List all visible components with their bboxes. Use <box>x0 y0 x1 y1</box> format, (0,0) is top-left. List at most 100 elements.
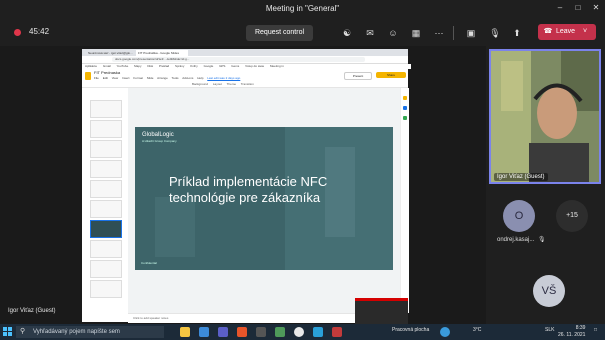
menu-item[interactable]: Tools <box>172 76 179 80</box>
slides-menu: File Edit View Insert Format Slide Arran… <box>94 76 243 80</box>
leave-button[interactable]: ☎ Leave ˅ <box>538 24 596 40</box>
slide-thumbnail[interactable] <box>90 160 122 178</box>
phone-icon: ☎ <box>543 28 553 35</box>
small-video-tile[interactable] <box>355 298 408 324</box>
taskbar-app-icon[interactable] <box>256 327 266 337</box>
menu-item[interactable]: Insert <box>122 76 130 80</box>
bookmark[interactable]: Google <box>204 64 214 68</box>
slide-thumbnail[interactable] <box>90 260 122 278</box>
system-clock[interactable]: 8:39 26. 11. 2021 <box>558 325 585 339</box>
more-participants-button[interactable]: +15 <box>556 200 588 232</box>
bookmark[interactable]: Mapy <box>134 64 141 68</box>
tool-layout[interactable]: Layout <box>213 82 222 86</box>
bookmark[interactable]: Disk <box>147 64 153 68</box>
bookmark[interactable]: YouTube <box>116 64 128 68</box>
self-name-label: Igor Viťaz (Guest) <box>494 173 548 181</box>
tasks-icon[interactable] <box>403 106 407 110</box>
chrome-icon[interactable] <box>294 327 304 337</box>
notifications-icon[interactable]: □ <box>594 327 597 333</box>
slide-thumbnail[interactable] <box>90 280 122 298</box>
taskbar-app-icon[interactable] <box>199 327 209 337</box>
taskbar-app-icon[interactable] <box>237 327 247 337</box>
menu-item[interactable]: View <box>112 76 118 80</box>
tool-background[interactable]: Background <box>192 82 208 86</box>
slide-thumbnail-selected[interactable] <box>90 220 122 238</box>
slide-thumbnail[interactable] <box>90 120 122 138</box>
slide-thumbnail[interactable] <box>90 100 122 118</box>
bookmark[interactable]: Gmail <box>103 64 111 68</box>
file-explorer-icon[interactable] <box>180 327 190 337</box>
people-icon[interactable]: ☯ <box>340 26 354 40</box>
taskbar-app-icon[interactable] <box>313 327 323 337</box>
webcam-feed <box>491 51 599 182</box>
chat-icon[interactable]: ✉ <box>363 26 377 40</box>
recording-icon <box>14 29 21 36</box>
slide-thumbnail[interactable] <box>90 240 122 258</box>
tool-transition[interactable]: Transition <box>241 82 254 86</box>
slide-headline: Príklad implementácie NFC technológie pr… <box>169 174 328 205</box>
toolbar-divider <box>453 26 454 40</box>
minimize-icon[interactable]: – <box>553 2 567 14</box>
tool-theme[interactable]: Theme <box>227 82 236 86</box>
temperature[interactable]: 3°C <box>473 327 481 333</box>
rooms-icon[interactable]: ▦ <box>409 26 423 40</box>
browser-tab-strip: Neurónová sieť - igor.vitaz@glo... FIT P… <box>82 49 408 56</box>
bookmark[interactable]: Meeting in <box>270 64 284 68</box>
menu-item[interactable]: File <box>94 76 99 80</box>
bookmark[interactable]: GPS <box>219 64 225 68</box>
weather-icon[interactable] <box>440 327 450 337</box>
window-title: Meeting in "General" <box>265 4 340 13</box>
mic-off-icon[interactable]: 🎙 <box>488 26 502 40</box>
menu-item[interactable]: Format <box>133 76 143 80</box>
bookmark[interactable]: Knihy <box>190 64 198 68</box>
participant-name: ondrej.kasaj... <box>497 237 535 243</box>
slides-toolbar: Background Layout Theme Transition <box>82 81 408 88</box>
present-button[interactable]: Present <box>344 72 372 80</box>
presenter-name-label: Igor Viťaz (Guest) <box>8 308 56 314</box>
menu-item[interactable]: Add-ons <box>182 76 193 80</box>
bookmark[interactable]: Preklad <box>159 64 169 68</box>
chevron-down-icon[interactable]: ˅ <box>583 28 587 35</box>
taskbar-app-icon[interactable] <box>332 327 342 337</box>
menu-item[interactable]: Arrange <box>157 76 168 80</box>
current-slide: GlobalLogic A Hitachi Group Company Prík… <box>135 127 393 270</box>
taskbar-app-icon[interactable] <box>275 327 285 337</box>
desktop-toolbar-label[interactable]: Pracovná plocha <box>392 327 429 333</box>
camera-off-icon[interactable]: ▣ <box>464 26 478 40</box>
clock-date: 26. 11. 2021 <box>558 332 586 338</box>
keep-icon[interactable] <box>403 96 407 100</box>
reactions-icon[interactable]: ☺ <box>386 26 400 40</box>
menu-item[interactable]: Help <box>197 76 203 80</box>
menu-item[interactable]: Slide <box>147 76 154 80</box>
teams-icon[interactable] <box>218 327 228 337</box>
share-button[interactable]: Share <box>376 72 406 78</box>
share-tray-icon[interactable]: ⬆ <box>510 26 524 40</box>
bookmark[interactable]: Gems <box>231 64 239 68</box>
meeting-toolbar: 45:42 Request control ☯ ✉ ☺ ▦ ⋯ ▣ 🎙 ⬆ ☎ … <box>0 18 605 46</box>
bookmark[interactable]: Správy <box>175 64 184 68</box>
language-indicator[interactable]: SLK <box>545 327 554 333</box>
url-field[interactable]: docs.google.com/presentation/d/1e9 .../e… <box>112 57 365 62</box>
slide-brand-tagline: A Hitachi Group Company <box>142 139 177 143</box>
slide-thumbnail[interactable] <box>90 180 122 198</box>
close-icon[interactable]: ✕ <box>589 2 603 14</box>
document-title[interactable]: FIT Prednaska <box>94 70 120 75</box>
request-control-button[interactable]: Request control <box>246 25 313 41</box>
maximize-icon[interactable]: □ <box>571 2 585 14</box>
bookmark[interactable]: Aplikácie <box>85 64 97 68</box>
address-bar: docs.google.com/presentation/d/1e9 .../e… <box>82 56 408 64</box>
menu-item[interactable]: Edit <box>103 76 108 80</box>
last-edit-link[interactable]: Last edit was 2 days ago <box>207 76 240 80</box>
windows-start-icon[interactable] <box>3 327 13 337</box>
slide-thumbnail[interactable] <box>90 200 122 218</box>
self-video-tile[interactable]: Igor Viťaz (Guest) <box>489 49 601 184</box>
avatar[interactable]: VŠ <box>533 275 565 307</box>
taskbar-search[interactable]: ⚲ Vyhľadávaný pojem napíšte sem <box>16 326 164 338</box>
more-icon[interactable]: ⋯ <box>432 26 446 40</box>
bookmark[interactable]: Vstup do siete <box>245 64 264 68</box>
slide-thumbnail[interactable] <box>90 140 122 158</box>
calendar-icon[interactable] <box>403 116 407 120</box>
avatar[interactable]: O <box>503 200 535 232</box>
slide-footer: Confidential <box>141 261 157 265</box>
search-icon: ⚲ <box>20 328 26 335</box>
